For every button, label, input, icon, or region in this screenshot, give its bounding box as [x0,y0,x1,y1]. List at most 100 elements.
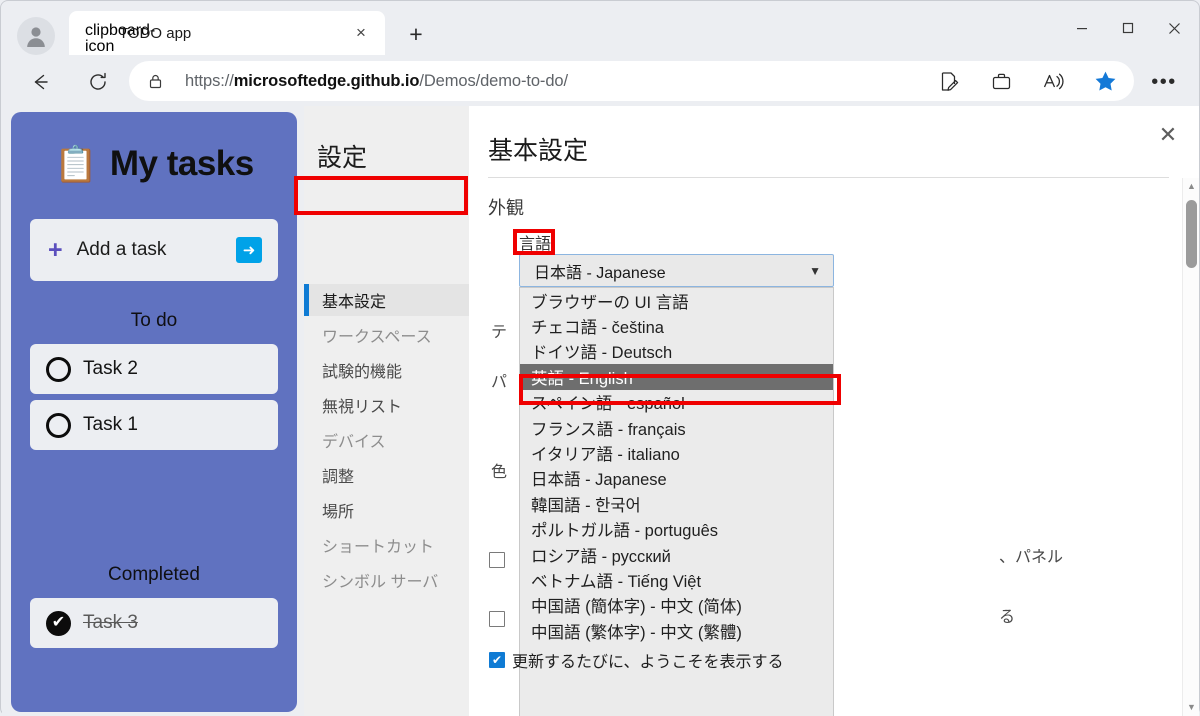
lock-icon [147,72,165,90]
add-task-label: Add a task [76,239,167,260]
back-icon[interactable] [23,65,57,99]
welcome-checkbox-label: 更新するたびに、ようこそを表示する [512,654,784,671]
collections-icon[interactable] [984,64,1018,98]
clipboard-icon: 📋 [54,144,98,184]
url-text: https://microsoftedge.github.io/Demos/de… [185,72,568,91]
settings-scrollbar[interactable]: ▲ ▼ [1182,178,1199,716]
sidebar-item-throttling[interactable]: 調整 [304,459,469,491]
sidebar-item-label: 試験的機能 [322,364,403,381]
minimize-icon[interactable] [1059,7,1105,49]
sidebar-item-label: ワークスペース [322,329,432,346]
dropdown-option[interactable]: チェコ語 - čeština [520,313,833,338]
obscured-checkbox-1[interactable] [489,552,505,568]
checkbox-icon[interactable] [489,552,505,568]
sidebar-item-label: ショートカット [322,539,435,556]
obscured-label-theme: テ [491,324,508,341]
group-title-todo: To do [130,310,178,331]
close-icon[interactable]: ✕ [1151,118,1185,152]
obscured-text-panel: 、パネル [999,549,1064,566]
task-item[interactable]: ✔ Task 3 [30,598,278,648]
sidebar-item-workspace[interactable]: ワークスペース [304,319,469,351]
language-select-value: 日本語 - Japanese [534,264,666,282]
tab-title: TODO app [119,24,192,42]
section-label-appearance: 外観 [488,198,524,218]
checkbox-checked-icon[interactable]: ✔ [489,652,505,668]
sidebar-item-devices[interactable]: デバイス [304,424,469,456]
sidebar-item-label: 調整 [322,469,355,486]
page-content: 📋 My tasks + Add a task ➜ To do Task 2 T… [2,106,1199,716]
todo-app-header: 📋 My tasks [11,134,297,194]
obscured-label-font: パ [491,374,508,391]
language-select[interactable]: 日本語 - Japanese ▼ [519,254,834,287]
favorites-star-icon[interactable] [1088,64,1122,98]
task-item[interactable]: Task 1 [30,400,278,450]
dropdown-option[interactable]: ブラウザーの UI 言語 [520,288,833,313]
settings-content: ✕ 基本設定 外観 テ パ 色 、パネル る 言語: 日本語 - Japanes… [469,106,1199,716]
dropdown-option[interactable]: 日本語 - Japanese [520,466,833,491]
settings-dialog: 設定 基本設定 ワークスペース 試験的機能 無視リスト デバイス 調整 場所 シ… [304,106,1199,716]
edit-page-icon[interactable] [932,64,966,98]
task-checkbox-icon[interactable] [46,412,71,438]
dropdown-option-english[interactable]: 英語 - English [520,364,833,390]
page-title: 基本設定 [488,137,589,165]
language-label: 言語: [519,236,556,253]
browser-more-menu-icon[interactable]: ••• [1147,69,1181,95]
task-label: Task 2 [83,358,138,379]
scrollbar-thumb[interactable] [1186,200,1197,268]
sidebar-item-symbol-server[interactable]: シンボル サーバ [304,564,469,596]
sidebar-item-locations[interactable]: 場所 [304,494,469,526]
scroll-down-icon[interactable]: ▼ [1183,699,1199,716]
url-path: /Demos/demo-to-do/ [419,71,568,90]
sidebar-item-kihon-settei[interactable]: 基本設定 [304,284,469,316]
read-aloud-icon[interactable] [1036,64,1070,98]
settings-nav-title: 設定 [317,144,368,172]
sidebar-item-label: 基本設定 [322,294,387,311]
submit-arrow-icon[interactable]: ➜ [236,237,262,263]
obscured-checkbox-2[interactable] [489,611,505,627]
person-icon[interactable] [17,17,55,55]
sidebar-item-ignore-list[interactable]: 無視リスト [304,389,469,421]
settings-sidebar: 設定 基本設定 ワークスペース 試験的機能 無視リスト デバイス 調整 場所 シ… [304,106,469,716]
add-task-input[interactable]: + Add a task ➜ [30,219,278,281]
clipboard-icon: clipboard-icon [85,22,156,55]
chevron-down-icon: ▼ [809,263,821,278]
close-tab-icon[interactable]: × [347,19,375,47]
plus-icon: + [48,235,63,264]
sidebar-item-label: 場所 [322,504,355,521]
dropdown-option[interactable]: ロシア語 - русский [520,542,833,567]
dropdown-option[interactable]: 韓国語 - 한국어 [520,491,833,516]
checkbox-icon[interactable] [489,611,505,627]
dropdown-option[interactable]: ベトナム語 - Tiếng Việt [520,567,833,592]
sidebar-item-shortcuts[interactable]: ショートカット [304,529,469,561]
todo-app-panel: 📋 My tasks + Add a task ➜ To do Task 2 T… [11,112,297,712]
task-checkbox-checked-icon[interactable]: ✔ [46,610,71,636]
dropdown-option[interactable]: イタリア語 - italiano [520,440,833,465]
sidebar-item-label: 無視リスト [322,399,403,416]
close-window-icon[interactable] [1151,7,1197,49]
tab-strip: clipboard-icon TODO app × + [1,1,1199,55]
dropdown-option[interactable]: スペイン語 - español [520,390,833,415]
dropdown-option[interactable]: ポルトガル語 - português [520,517,833,542]
url-scheme: https:// [185,71,234,90]
omnibox-actions [914,64,1134,98]
task-item[interactable]: Task 2 [30,344,278,394]
welcome-checkbox-row[interactable]: ✔ 更新するたびに、ようこそを表示する [489,648,784,672]
dropdown-option[interactable]: ドイツ語 - Deutsch [520,339,833,364]
divider [488,177,1169,178]
address-bar[interactable]: https://microsoftedge.github.io/Demos/de… [129,61,1134,101]
sidebar-item-experiments[interactable]: 試験的機能 [304,354,469,386]
dropdown-option[interactable]: 中国語 (簡体字) - 中文 (简体) [520,593,833,618]
url-host: microsoftedge.github.io [233,71,420,90]
obscured-text-suffix: る [999,609,1016,626]
reload-icon[interactable] [81,65,115,99]
scroll-up-icon[interactable]: ▲ [1183,178,1199,195]
task-checkbox-icon[interactable] [46,356,71,382]
dropdown-option[interactable]: フランス語 - français [520,415,833,440]
dropdown-option[interactable]: 中国語 (繁体字) - 中文 (繁體) [520,618,833,643]
group-title-completed: Completed [108,564,200,585]
app-title: My tasks [109,144,254,183]
task-label: Task 1 [83,414,138,435]
maximize-icon[interactable] [1105,7,1151,49]
browser-tab[interactable]: clipboard-icon TODO app × [69,11,385,55]
new-tab-button[interactable]: + [399,19,433,49]
